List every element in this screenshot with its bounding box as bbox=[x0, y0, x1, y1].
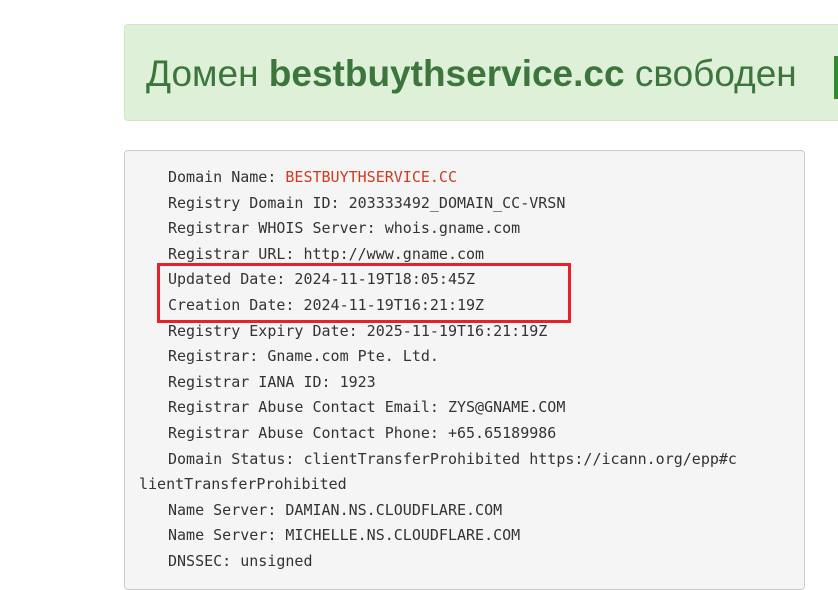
whois-line-name-server-2: Name Server: MICHELLE.NS.CLOUDFLARE.COM bbox=[168, 526, 521, 545]
domain-name-value: BESTBUYTHSERVICE.CC bbox=[285, 168, 457, 186]
availability-message: Домен bestbuythservice.cc свободен bbox=[146, 53, 797, 95]
whois-line-domain-status: Domain Status: clientTransferProhibited … bbox=[168, 449, 737, 468]
whois-line-registrar-iana-id: Registrar IANA ID: 1923 bbox=[168, 372, 376, 391]
whois-line-registrar: Registrar: Gname.com Pte. Ltd. bbox=[168, 347, 439, 366]
whois-line-updated-date: Updated Date: 2024-11-19T18:05:45Z bbox=[168, 270, 476, 289]
domain-availability-banner: Домен bestbuythservice.cc свободен bbox=[124, 24, 838, 121]
whois-line-registrar-url: Registrar URL: http://www.gname.com bbox=[168, 244, 485, 263]
whois-line-abuse-phone: Registrar Abuse Contact Phone: +65.65189… bbox=[168, 423, 557, 442]
whois-line-registry-expiry-date: Registry Expiry Date: 2025-11-19T16:21:1… bbox=[168, 321, 548, 340]
banner-marker bbox=[834, 56, 838, 99]
whois-line-registrar-whois-server: Registrar WHOIS Server: whois.gname.com bbox=[168, 219, 521, 238]
whois-line-registry-domain-id: Registry Domain ID: 203333492_DOMAIN_CC-… bbox=[168, 193, 566, 212]
whois-line-creation-date: Creation Date: 2024-11-19T16:21:19Z bbox=[168, 295, 485, 314]
banner-prefix: Домен bbox=[146, 53, 259, 94]
whois-text: Domain Name: BESTBUYTHSERVICE.CC Registr… bbox=[139, 165, 799, 575]
banner-suffix: свободен bbox=[634, 53, 797, 94]
whois-record-panel: Domain Name: BESTBUYTHSERVICE.CC Registr… bbox=[124, 150, 805, 590]
whois-line-domain-name: Domain Name: BESTBUYTHSERVICE.CC bbox=[139, 165, 799, 191]
whois-line-abuse-email: Registrar Abuse Contact Email: ZYS@GNAME… bbox=[168, 398, 566, 417]
banner-domain: bestbuythservice.cc bbox=[268, 53, 625, 94]
whois-line-name-server-1: Name Server: DAMIAN.NS.CLOUDFLARE.COM bbox=[168, 500, 503, 519]
domain-name-label: Domain Name: bbox=[168, 168, 286, 186]
whois-line-domain-status-wrap: lientTransferProhibited bbox=[139, 475, 347, 494]
whois-line-dnssec: DNSSEC: unsigned bbox=[168, 551, 313, 570]
